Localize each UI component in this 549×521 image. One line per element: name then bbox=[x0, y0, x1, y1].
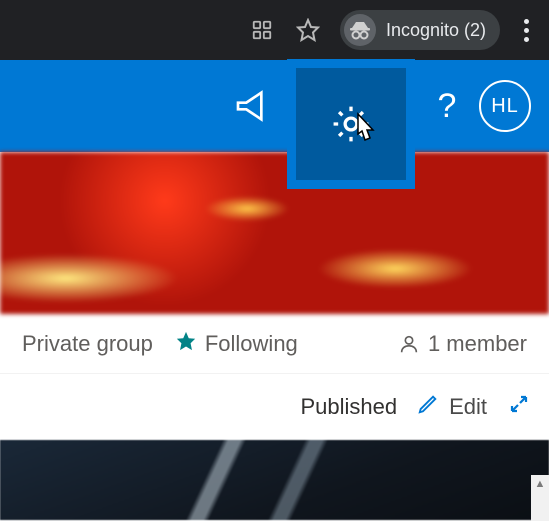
vertical-scrollbar[interactable]: ▲ bbox=[531, 475, 549, 521]
extensions-icon[interactable] bbox=[248, 16, 276, 44]
page-content-image bbox=[0, 440, 549, 520]
follow-toggle[interactable]: Following bbox=[175, 330, 298, 358]
edit-label: Edit bbox=[449, 394, 487, 420]
incognito-icon bbox=[344, 14, 376, 46]
group-type-label: Private group bbox=[22, 331, 153, 357]
members-label: 1 member bbox=[428, 331, 527, 357]
app-header: ? HL bbox=[0, 60, 549, 152]
pencil-icon bbox=[417, 393, 439, 421]
browser-menu-icon[interactable] bbox=[518, 19, 535, 42]
person-icon bbox=[398, 333, 420, 355]
site-banner-image bbox=[0, 152, 549, 314]
avatar-initials: HL bbox=[491, 95, 519, 118]
following-label: Following bbox=[205, 331, 298, 357]
star-filled-icon bbox=[175, 330, 197, 358]
expand-icon[interactable] bbox=[507, 392, 531, 422]
gear-icon bbox=[329, 102, 373, 146]
edit-button[interactable]: Edit bbox=[417, 393, 487, 421]
page-action-bar: Published Edit bbox=[0, 374, 549, 440]
settings-button-highlighted[interactable] bbox=[287, 59, 415, 189]
scroll-up-arrow[interactable]: ▲ bbox=[531, 475, 549, 493]
browser-toolbar: Incognito (2) bbox=[0, 0, 549, 60]
members-link[interactable]: 1 member bbox=[398, 331, 527, 357]
site-info-bar: Private group Following 1 member bbox=[0, 314, 549, 374]
megaphone-icon[interactable] bbox=[225, 78, 281, 134]
incognito-badge[interactable]: Incognito (2) bbox=[340, 10, 500, 50]
publish-status: Published bbox=[300, 394, 397, 420]
help-icon[interactable]: ? bbox=[425, 87, 469, 126]
incognito-label: Incognito (2) bbox=[386, 20, 486, 41]
bookmark-star-icon[interactable] bbox=[294, 16, 322, 44]
user-avatar[interactable]: HL bbox=[479, 80, 531, 132]
